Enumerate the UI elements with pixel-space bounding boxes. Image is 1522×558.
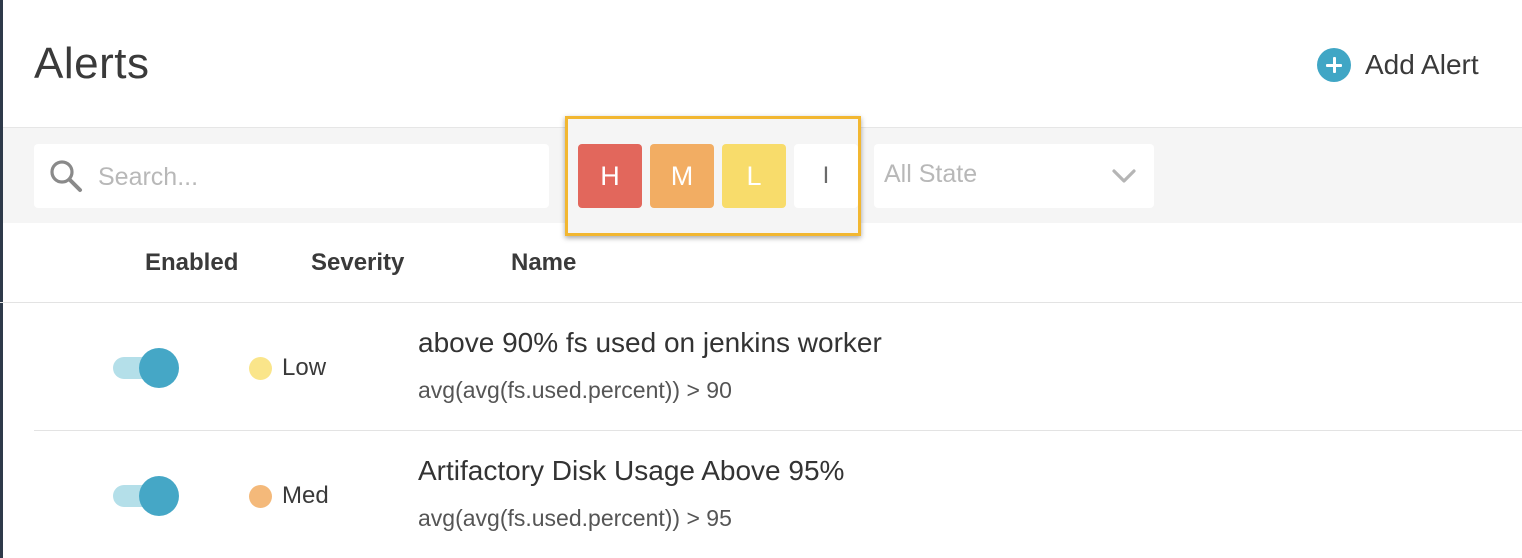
enabled-toggle[interactable] xyxy=(113,476,179,516)
severity-filter-medium[interactable]: M xyxy=(650,144,714,208)
alert-query: avg(avg(fs.used.percent)) > 95 xyxy=(418,505,732,531)
table-row[interactable]: Med Artifactory Disk Usage Above 95% avg… xyxy=(34,431,1522,558)
page-header: Alerts Add Alert xyxy=(3,0,1522,128)
severity-cell: Low xyxy=(249,354,326,382)
toggle-knob xyxy=(139,476,179,516)
severity-label: Med xyxy=(282,482,329,509)
state-select[interactable]: All State xyxy=(874,144,1154,208)
severity-dot xyxy=(249,484,272,508)
alert-name[interactable]: Artifactory Disk Usage Above 95% xyxy=(418,455,844,487)
alerts-table-body: Low above 90% fs used on jenkins worker … xyxy=(0,303,1522,558)
severity-filter-low[interactable]: L xyxy=(722,144,786,208)
search-input[interactable] xyxy=(96,156,530,198)
filter-bar: H M L I All State xyxy=(3,116,1522,236)
page-title: Alerts xyxy=(34,39,150,88)
column-header-severity[interactable]: Severity xyxy=(311,249,404,277)
severity-filter-high[interactable]: H xyxy=(578,144,642,208)
severity-filter-info[interactable]: I xyxy=(794,144,858,208)
severity-cell: Med xyxy=(249,482,329,510)
enabled-toggle[interactable] xyxy=(113,348,179,388)
severity-label: Low xyxy=(282,354,327,381)
column-header-name[interactable]: Name xyxy=(511,249,576,277)
add-alert-label: Add Alert xyxy=(1365,49,1479,80)
table-row[interactable]: Low above 90% fs used on jenkins worker … xyxy=(34,303,1522,431)
chevron-down-icon xyxy=(1112,169,1136,183)
toggle-knob xyxy=(139,348,179,388)
search-box[interactable] xyxy=(34,144,549,208)
table-header: Enabled Severity Name xyxy=(0,224,1522,303)
state-select-value: All State xyxy=(884,160,978,188)
alert-name[interactable]: above 90% fs used on jenkins worker xyxy=(418,327,882,359)
search-icon xyxy=(50,160,82,192)
add-alert-button[interactable]: Add Alert xyxy=(1317,48,1479,82)
severity-dot xyxy=(249,356,272,380)
alert-query: avg(avg(fs.used.percent)) > 90 xyxy=(418,377,732,403)
plus-circle-icon xyxy=(1317,48,1351,82)
column-header-enabled[interactable]: Enabled xyxy=(145,249,238,277)
